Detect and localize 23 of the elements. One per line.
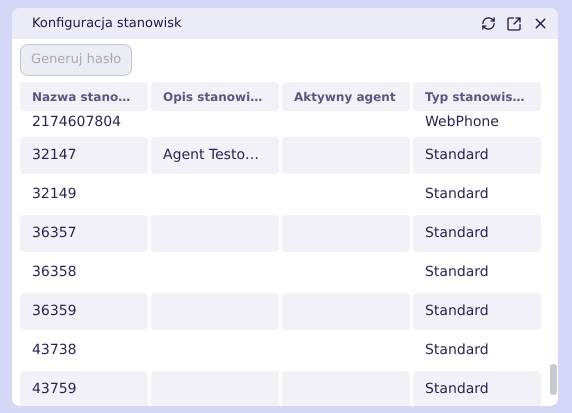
table-cell: 36359 bbox=[20, 293, 148, 330]
column-header[interactable]: Typ stanowis… bbox=[413, 82, 541, 111]
column-header[interactable]: Opis stanowi… bbox=[151, 82, 279, 111]
table-cell-text: 32149 bbox=[31, 185, 78, 204]
table-cell: Agent Testo… bbox=[151, 137, 279, 174]
table-cell: Standard bbox=[413, 371, 541, 406]
table-cell-text: WebPhone bbox=[424, 112, 500, 132]
table-cell-text: 36358 bbox=[31, 263, 78, 282]
column-header[interactable]: Aktywny agent bbox=[282, 82, 410, 111]
table-cell-text: 43738 bbox=[31, 341, 78, 360]
table-cell: Standard bbox=[413, 137, 541, 174]
table-cell: 43759 bbox=[20, 371, 148, 406]
window-title: Konfiguracja stanowisk bbox=[32, 14, 182, 33]
table-cell: Standard bbox=[413, 215, 541, 252]
table-cell-text: Standard bbox=[424, 263, 490, 282]
table-cell-text: Standard bbox=[424, 185, 490, 204]
table-cell: 36357 bbox=[20, 215, 148, 252]
column-header[interactable]: Nazwa stano… bbox=[20, 82, 148, 111]
scrollbar-thumb[interactable] bbox=[550, 364, 557, 395]
table-cell: 32147 bbox=[20, 137, 148, 174]
table-cell-text: Standard bbox=[424, 341, 490, 360]
table-cell: Standard bbox=[413, 293, 541, 330]
table-cell-text: 2174607804 bbox=[31, 112, 122, 132]
